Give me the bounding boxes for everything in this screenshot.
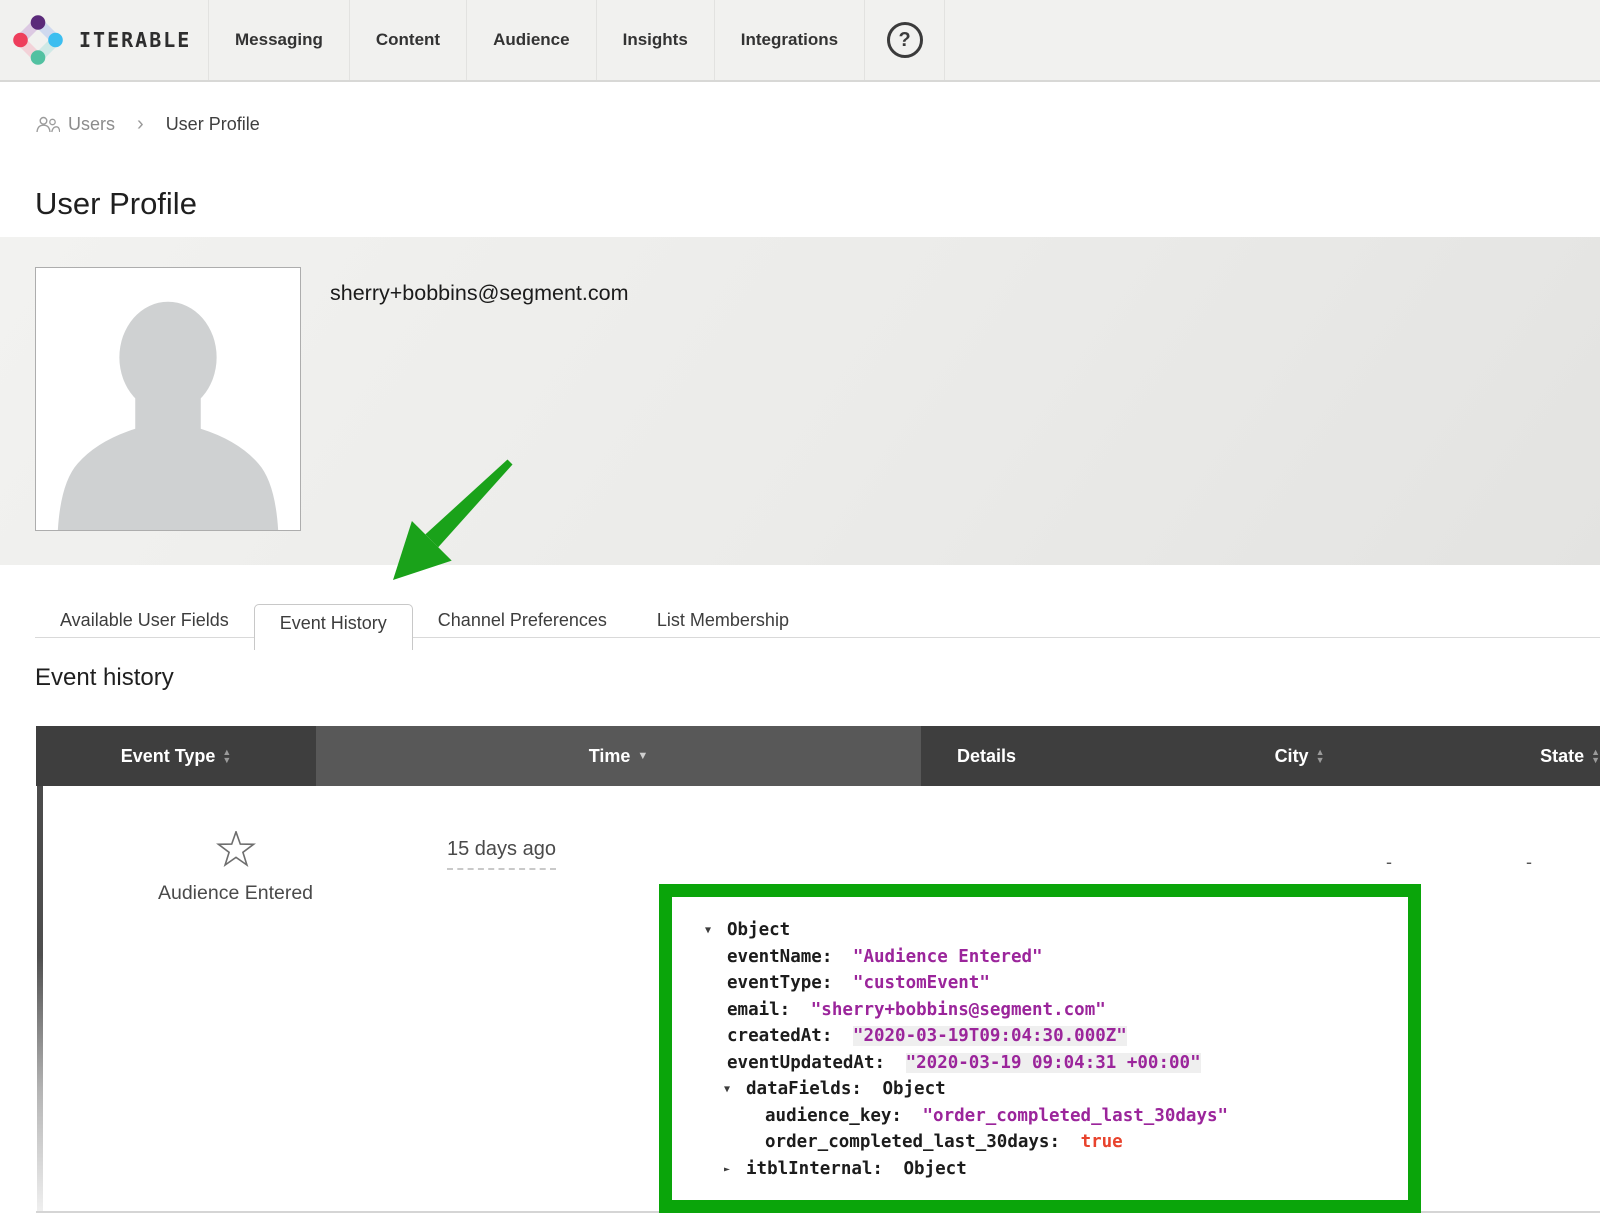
- tab[interactable]: Channel Preferences: [413, 604, 632, 637]
- users-icon: [35, 116, 60, 133]
- json-line: order_completed_last_30days: true: [672, 1129, 1408, 1156]
- json-value: Object: [727, 920, 790, 940]
- json-value: true: [1081, 1132, 1123, 1152]
- brand-name: ITERABLE: [79, 28, 191, 52]
- json-key: itblInternal:: [746, 1159, 883, 1179]
- help-icon: ?: [887, 22, 923, 58]
- section-heading: Event history: [35, 664, 174, 692]
- user-email: sherry+bobbins@segment.com: [330, 281, 628, 306]
- tab[interactable]: Event History: [254, 604, 413, 650]
- breadcrumb-current: User Profile: [166, 114, 260, 135]
- json-key: eventUpdatedAt:: [727, 1053, 885, 1073]
- column-label: City: [1275, 746, 1309, 767]
- json-line: eventType: "customEvent": [672, 970, 1408, 997]
- json-key: audience_key:: [765, 1106, 902, 1126]
- column-header[interactable]: Details: [921, 726, 1059, 786]
- breadcrumb-users-link[interactable]: Users: [68, 114, 115, 135]
- avatar: [35, 267, 301, 531]
- column-label: Time: [589, 746, 631, 767]
- table-header: Event Type ▲ ▼ Time ▼ Details: [36, 726, 1600, 786]
- json-key: dataFields:: [746, 1079, 862, 1099]
- details-highlight-box: ▼ Object eventName: "Audience Entered" e…: [659, 884, 1421, 1213]
- json-line: ► itblInternal: Object: [672, 1156, 1408, 1183]
- star-icon: [216, 831, 256, 871]
- iterable-logo-icon: [13, 15, 63, 65]
- json-value: Object: [904, 1159, 967, 1179]
- expand-toggle-icon[interactable]: ▼: [724, 1077, 730, 1104]
- json-key: eventName:: [727, 947, 832, 967]
- json-value: "Audience Entered": [853, 947, 1043, 967]
- event-type-cell: Audience Entered: [36, 786, 435, 905]
- json-line: email: "sherry+bobbins@segment.com": [672, 997, 1408, 1024]
- column-header[interactable]: City ▲ ▼: [1059, 726, 1540, 786]
- tab[interactable]: Available User Fields: [35, 604, 254, 637]
- profile-tabs: Available User Fields Event History Chan…: [35, 604, 1600, 638]
- time-cell[interactable]: 15 days ago: [447, 838, 556, 870]
- sort-icon: ▲ ▼: [1591, 748, 1600, 764]
- sort-icon: ▲ ▼: [222, 748, 231, 764]
- column-header[interactable]: Time ▼: [316, 726, 921, 786]
- nav-item[interactable]: Integrations: [714, 0, 865, 80]
- city-cell: -: [1320, 852, 1458, 873]
- column-header[interactable]: State ▲ ▼: [1540, 726, 1600, 786]
- page-title: User Profile: [35, 186, 197, 222]
- nav-item[interactable]: Content: [349, 0, 466, 80]
- sort-icon: ▼: [637, 751, 648, 762]
- json-line: ▼ dataFields: Object: [672, 1076, 1408, 1103]
- expand-toggle-icon[interactable]: ▼: [705, 918, 711, 945]
- json-key: eventType:: [727, 973, 832, 993]
- top-nav: ITERABLE Messaging Content Audience Insi…: [0, 0, 1600, 82]
- json-line: ▼ Object: [672, 917, 1408, 944]
- json-value: Object: [882, 1079, 945, 1099]
- json-line: createdAt: "2020-03-19T09:04:30.000Z": [672, 1023, 1408, 1050]
- column-label: Details: [957, 746, 1016, 767]
- profile-header: sherry+bobbins@segment.com: [0, 237, 1600, 565]
- state-cell: -: [1458, 852, 1600, 873]
- json-viewer: ▼ Object eventName: "Audience Entered" e…: [672, 897, 1408, 1182]
- annotation-arrow-icon: [370, 450, 520, 590]
- breadcrumb: Users › User Profile: [35, 113, 260, 136]
- json-value: "order_completed_last_30days": [923, 1106, 1229, 1126]
- json-line: audience_key: "order_completed_last_30da…: [672, 1103, 1408, 1130]
- nav-item[interactable]: Insights: [596, 0, 714, 80]
- brand[interactable]: ITERABLE: [0, 0, 208, 80]
- json-key: order_completed_last_30days:: [765, 1132, 1060, 1152]
- json-line: eventUpdatedAt: "2020-03-19 09:04:31 +00…: [672, 1050, 1408, 1077]
- json-value: "sherry+bobbins@segment.com": [811, 1000, 1106, 1020]
- help-button[interactable]: ?: [865, 0, 945, 80]
- column-label: State: [1540, 746, 1584, 767]
- json-line: eventName: "Audience Entered": [672, 944, 1408, 971]
- json-key: email:: [727, 1000, 790, 1020]
- json-value: "2020-03-19 09:04:31 +00:00": [906, 1053, 1201, 1073]
- avatar-placeholder-icon: [36, 268, 300, 530]
- expand-toggle-icon[interactable]: ►: [724, 1157, 730, 1184]
- column-header[interactable]: Event Type ▲ ▼: [36, 726, 316, 786]
- json-value: "2020-03-19T09:04:30.000Z": [853, 1026, 1127, 1046]
- json-key: createdAt:: [727, 1026, 832, 1046]
- sort-icon: ▲ ▼: [1316, 748, 1325, 764]
- chevron-right-icon: ›: [137, 113, 144, 136]
- event-type-label: Audience Entered: [36, 882, 435, 905]
- column-label: Event Type: [121, 746, 216, 767]
- nav-item[interactable]: Audience: [466, 0, 596, 80]
- nav-menu: Messaging Content Audience Insights Inte…: [208, 0, 865, 80]
- nav-item[interactable]: Messaging: [208, 0, 349, 80]
- page: ITERABLE Messaging Content Audience Insi…: [0, 0, 1600, 1219]
- json-value: "customEvent": [853, 973, 990, 993]
- tab[interactable]: List Membership: [632, 604, 814, 637]
